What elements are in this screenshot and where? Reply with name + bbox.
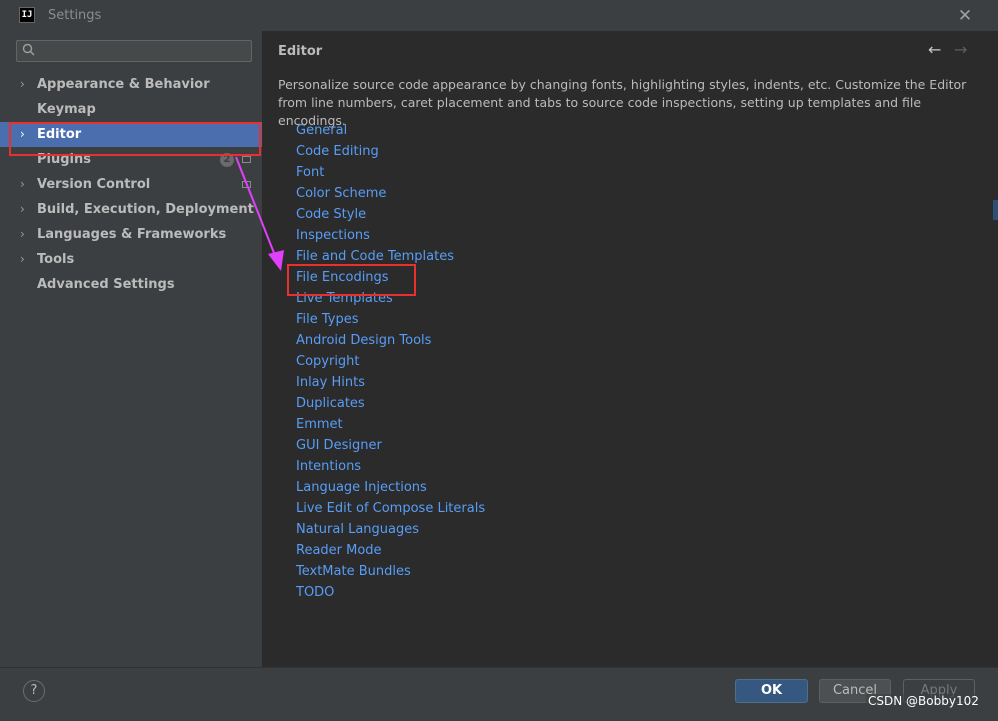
link-textmate-bundles[interactable]: TextMate Bundles: [296, 561, 485, 582]
project-settings-icon: [242, 156, 251, 163]
sidebar-item-label: Tools: [37, 252, 75, 267]
help-icon[interactable]: ?: [23, 680, 45, 702]
link-inspections[interactable]: Inspections: [296, 225, 485, 246]
link-todo[interactable]: TODO: [296, 582, 485, 603]
link-general[interactable]: General: [296, 120, 485, 141]
link-live-edit-compose-literals[interactable]: Live Edit of Compose Literals: [296, 498, 485, 519]
arrow-left-icon[interactable]: ←: [928, 40, 941, 59]
sidebar-item-keymap[interactable]: Keymap: [0, 97, 262, 122]
link-intentions[interactable]: Intentions: [296, 456, 485, 477]
annotation-box-file-encodings: [287, 264, 416, 296]
page-title: Editor: [278, 44, 323, 59]
chevron-right-icon: ›: [20, 77, 25, 91]
watermark: CSDN @Bobby102: [866, 694, 981, 708]
close-icon[interactable]: ✕: [954, 5, 976, 27]
link-code-editing[interactable]: Code Editing: [296, 141, 485, 162]
sidebar-item-tools[interactable]: › Tools: [0, 247, 262, 272]
arrow-right-icon[interactable]: →: [954, 40, 967, 59]
chevron-right-icon: ›: [20, 177, 25, 191]
chevron-right-icon: ›: [20, 252, 25, 266]
search-input[interactable]: [16, 40, 252, 62]
sidebar-item-label: Advanced Settings: [37, 277, 175, 292]
link-language-injections[interactable]: Language Injections: [296, 477, 485, 498]
link-gui-designer[interactable]: GUI Designer: [296, 435, 485, 456]
chevron-right-icon: ›: [20, 202, 25, 216]
link-inlay-hints[interactable]: Inlay Hints: [296, 372, 485, 393]
link-android-design-tools[interactable]: Android Design Tools: [296, 330, 485, 351]
sidebar-item-label: Version Control: [37, 177, 151, 192]
sidebar-item-advanced-settings[interactable]: Advanced Settings: [0, 272, 262, 297]
link-natural-languages[interactable]: Natural Languages: [296, 519, 485, 540]
title-bar: IJ Settings ✕: [0, 0, 998, 31]
search-icon: [22, 43, 35, 56]
ok-button[interactable]: OK: [735, 679, 808, 703]
link-color-scheme[interactable]: Color Scheme: [296, 183, 485, 204]
intellij-app-icon: IJ: [19, 7, 35, 23]
background-editor-edge: [975, 31, 998, 667]
link-duplicates[interactable]: Duplicates: [296, 393, 485, 414]
sidebar-item-appearance-behavior[interactable]: › Appearance & Behavior: [0, 72, 262, 97]
window-title: Settings: [48, 8, 102, 23]
editor-subpage-links: General Code Editing Font Color Scheme C…: [296, 120, 485, 603]
settings-content: Editor ← → Personalize source code appea…: [262, 31, 998, 667]
link-code-style[interactable]: Code Style: [296, 204, 485, 225]
chevron-right-icon: ›: [20, 227, 25, 241]
sidebar-item-label: Languages & Frameworks: [37, 227, 227, 242]
project-settings-icon: [242, 181, 251, 188]
sidebar-item-build-execution-deployment[interactable]: › Build, Execution, Deployment: [0, 197, 262, 222]
link-reader-mode[interactable]: Reader Mode: [296, 540, 485, 561]
link-font[interactable]: Font: [296, 162, 485, 183]
link-emmet[interactable]: Emmet: [296, 414, 485, 435]
sidebar-item-label: Build, Execution, Deployment: [37, 202, 254, 217]
dialog-footer: ? OK Cancel Apply: [0, 667, 998, 721]
sidebar-item-languages-frameworks[interactable]: › Languages & Frameworks: [0, 222, 262, 247]
link-file-types[interactable]: File Types: [296, 309, 485, 330]
sidebar-item-label: Keymap: [37, 102, 96, 117]
sidebar-item-label: Appearance & Behavior: [37, 77, 210, 92]
settings-dialog: IJ Settings ✕ › Appearance & Behavior Ke…: [0, 0, 998, 721]
annotation-box-editor: [9, 122, 261, 156]
background-selection-bar: [993, 200, 998, 220]
link-copyright[interactable]: Copyright: [296, 351, 485, 372]
sidebar-item-version-control[interactable]: › Version Control: [0, 172, 262, 197]
